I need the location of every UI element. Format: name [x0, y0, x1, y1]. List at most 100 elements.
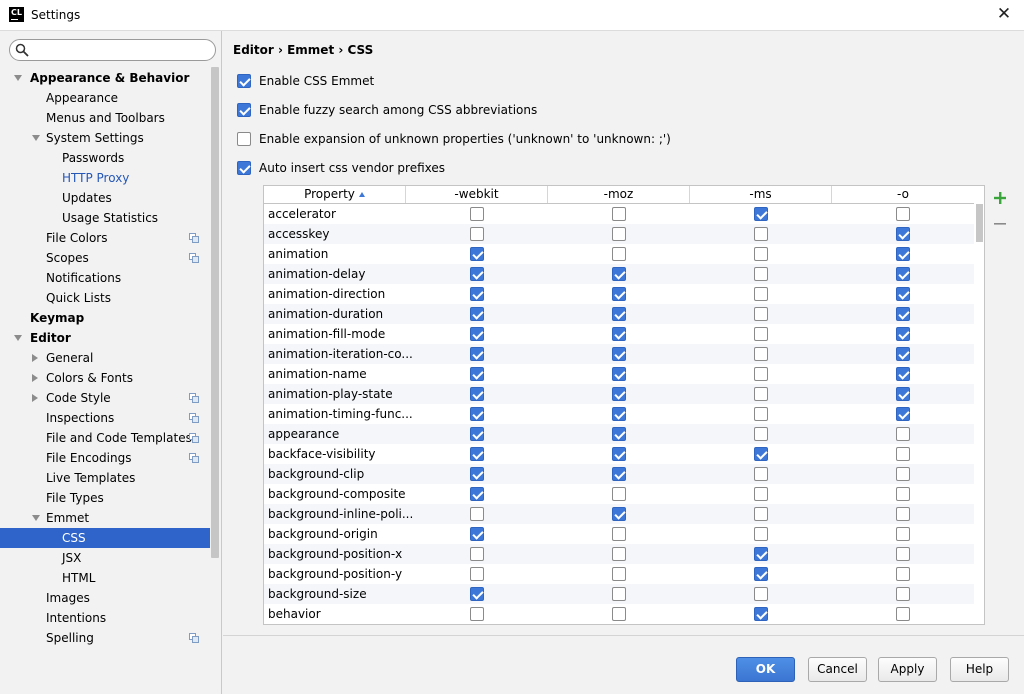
prefix-checkbox-moz[interactable] — [612, 287, 626, 301]
prefix-checkbox-webkit[interactable] — [470, 267, 484, 281]
prefix-checkbox-ms[interactable] — [754, 307, 768, 321]
prefix-checkbox-ms[interactable] — [754, 207, 768, 221]
expand-unknown-checkbox[interactable] — [237, 132, 251, 146]
prefix-checkbox-ms[interactable] — [754, 427, 768, 441]
prefix-checkbox-o[interactable] — [896, 467, 910, 481]
prefix-checkbox-o[interactable] — [896, 407, 910, 421]
column-header-moz[interactable]: -moz — [548, 186, 690, 203]
sidebar-item-images[interactable]: Images — [0, 588, 210, 608]
sidebar-item-colors-fonts[interactable]: Colors & Fonts — [0, 368, 210, 388]
sidebar-item-file-encodings[interactable]: File Encodings — [0, 448, 210, 468]
search-input[interactable] — [32, 42, 212, 58]
sidebar-item-editor[interactable]: Editor — [0, 328, 210, 348]
fuzzy-search-option[interactable]: Enable fuzzy search among CSS abbreviati… — [237, 101, 537, 119]
ok-button[interactable]: OK — [736, 657, 795, 682]
sidebar-item-keymap[interactable]: Keymap — [0, 308, 210, 328]
prefix-checkbox-o[interactable] — [896, 587, 910, 601]
sidebar-item-quick-lists[interactable]: Quick Lists — [0, 288, 210, 308]
prefix-checkbox-o[interactable] — [896, 427, 910, 441]
prefix-checkbox-o[interactable] — [896, 527, 910, 541]
help-button[interactable]: Help — [950, 657, 1009, 682]
prefix-checkbox-moz[interactable] — [612, 527, 626, 541]
prefix-checkbox-o[interactable] — [896, 267, 910, 281]
prefix-checkbox-moz[interactable] — [612, 267, 626, 281]
prefix-checkbox-ms[interactable] — [754, 407, 768, 421]
collapsed-arrow-icon[interactable] — [32, 354, 38, 362]
prefix-checkbox-moz[interactable] — [612, 487, 626, 501]
prefix-checkbox-o[interactable] — [896, 287, 910, 301]
prefix-checkbox-o[interactable] — [896, 567, 910, 581]
sidebar-item-passwords[interactable]: Passwords — [0, 148, 210, 168]
prefix-checkbox-webkit[interactable] — [470, 347, 484, 361]
prefix-checkbox-webkit[interactable] — [470, 207, 484, 221]
prefix-checkbox-webkit[interactable] — [470, 227, 484, 241]
collapsed-arrow-icon[interactable] — [32, 374, 38, 382]
table-row[interactable]: accesskey — [264, 224, 974, 244]
prefix-checkbox-webkit[interactable] — [470, 507, 484, 521]
search-box[interactable] — [9, 39, 216, 61]
prefix-checkbox-ms[interactable] — [754, 327, 768, 341]
prefix-checkbox-o[interactable] — [896, 207, 910, 221]
prefix-checkbox-ms[interactable] — [754, 487, 768, 501]
collapsed-arrow-icon[interactable] — [32, 394, 38, 402]
sidebar-item-intentions[interactable]: Intentions — [0, 608, 210, 628]
table-row[interactable]: background-clip — [264, 464, 974, 484]
vendor-prefixes-checkbox[interactable] — [237, 161, 251, 175]
close-icon[interactable]: ✕ — [995, 5, 1013, 23]
prefix-checkbox-o[interactable] — [896, 327, 910, 341]
cancel-button[interactable]: Cancel — [808, 657, 867, 682]
table-row[interactable]: animation-timing-func... — [264, 404, 974, 424]
prefix-checkbox-ms[interactable] — [754, 547, 768, 561]
prefix-checkbox-webkit[interactable] — [470, 407, 484, 421]
prefix-checkbox-ms[interactable] — [754, 347, 768, 361]
prefix-checkbox-o[interactable] — [896, 227, 910, 241]
sidebar-item-usage-statistics[interactable]: Usage Statistics — [0, 208, 210, 228]
prefix-checkbox-ms[interactable] — [754, 567, 768, 581]
fuzzy-search-checkbox[interactable] — [237, 103, 251, 117]
prefix-checkbox-o[interactable] — [896, 347, 910, 361]
sidebar-item-live-templates[interactable]: Live Templates — [0, 468, 210, 488]
sidebar-item-emmet[interactable]: Emmet — [0, 508, 210, 528]
table-row[interactable]: accelerator — [264, 204, 974, 224]
enable-css-emmet-checkbox[interactable] — [237, 74, 251, 88]
table-row[interactable]: animation-direction — [264, 284, 974, 304]
prefix-checkbox-o[interactable] — [896, 307, 910, 321]
sidebar-item-spelling[interactable]: Spelling — [0, 628, 210, 648]
sidebar-item-appearance[interactable]: Appearance — [0, 88, 210, 108]
prefix-checkbox-o[interactable] — [896, 607, 910, 621]
prefix-checkbox-webkit[interactable] — [470, 327, 484, 341]
table-row[interactable]: behavior — [264, 604, 974, 624]
apply-button[interactable]: Apply — [878, 657, 937, 682]
table-row[interactable]: animation-duration — [264, 304, 974, 324]
prefix-checkbox-moz[interactable] — [612, 587, 626, 601]
expanded-arrow-icon[interactable] — [32, 135, 40, 141]
sidebar-item-general[interactable]: General — [0, 348, 210, 368]
prefix-checkbox-moz[interactable] — [612, 547, 626, 561]
prefix-checkbox-moz[interactable] — [612, 367, 626, 381]
prefix-checkbox-webkit[interactable] — [470, 547, 484, 561]
prefix-checkbox-ms[interactable] — [754, 507, 768, 521]
prefix-checkbox-webkit[interactable] — [470, 587, 484, 601]
plus-icon[interactable] — [993, 191, 1007, 205]
sidebar-item-code-style[interactable]: Code Style — [0, 388, 210, 408]
prefix-checkbox-ms[interactable] — [754, 287, 768, 301]
table-scrollbar[interactable] — [976, 204, 983, 242]
prefix-checkbox-webkit[interactable] — [470, 527, 484, 541]
prefix-checkbox-ms[interactable] — [754, 447, 768, 461]
enable-css-emmet-option[interactable]: Enable CSS Emmet — [237, 72, 374, 90]
prefix-checkbox-ms[interactable] — [754, 387, 768, 401]
table-row[interactable]: animation — [264, 244, 974, 264]
prefix-checkbox-o[interactable] — [896, 547, 910, 561]
vendor-prefixes-option[interactable]: Auto insert css vendor prefixes — [237, 159, 445, 177]
expanded-arrow-icon[interactable] — [14, 75, 22, 81]
column-header-o[interactable]: -o — [832, 186, 974, 203]
prefix-checkbox-webkit[interactable] — [470, 387, 484, 401]
prefix-checkbox-moz[interactable] — [612, 427, 626, 441]
prefix-checkbox-moz[interactable] — [612, 507, 626, 521]
prefix-checkbox-ms[interactable] — [754, 467, 768, 481]
table-row[interactable]: animation-iteration-co... — [264, 344, 974, 364]
prefix-checkbox-moz[interactable] — [612, 447, 626, 461]
prefix-checkbox-ms[interactable] — [754, 227, 768, 241]
prefix-checkbox-ms[interactable] — [754, 527, 768, 541]
sidebar-item-file-types[interactable]: File Types — [0, 488, 210, 508]
